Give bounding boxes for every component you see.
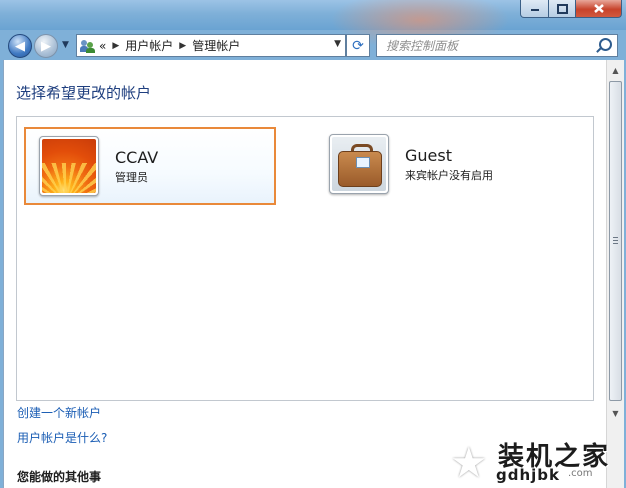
search-box[interactable]: 搜索控制面板 (376, 34, 618, 57)
page-heading: 选择希望更改的帐户 (16, 84, 152, 102)
breadcrumb-user-accounts[interactable]: 用户帐户 (125, 37, 173, 54)
flower-picture-icon (42, 139, 96, 193)
scrollbar-thumb[interactable] (609, 81, 622, 401)
window-controls (520, 0, 622, 18)
accounts-panel: CCAV 管理员 Guest 来宾帐户没有启用 (16, 116, 594, 401)
watermark-domain: gdhjbk (496, 466, 561, 484)
other-tasks-heading: 您能做的其他事 (17, 470, 102, 484)
close-icon (593, 4, 604, 13)
address-bar[interactable]: « ▶ 用户帐户 ▶ 管理帐户 ▼ (76, 34, 346, 57)
account-name: CCAV (115, 147, 159, 167)
recent-pages-dropdown[interactable]: ▼ (62, 40, 69, 50)
account-tile-ccav[interactable]: CCAV 管理员 (24, 127, 276, 205)
minimize-icon (530, 8, 539, 11)
account-picture (329, 134, 389, 194)
scroll-up-arrow-icon[interactable]: ▲ (607, 62, 624, 79)
account-tile-guest[interactable]: Guest 来宾帐户没有启用 (316, 127, 564, 201)
title-bar (0, 0, 626, 50)
back-button[interactable]: ◀ (8, 34, 32, 58)
search-placeholder: 搜索控制面板 (386, 39, 459, 53)
back-arrow-icon: ◀ (15, 38, 25, 54)
refresh-button[interactable]: ⟳ (346, 34, 370, 57)
maximize-icon (556, 3, 568, 14)
refresh-icon: ⟳ (352, 37, 364, 54)
breadcrumb-separator-icon[interactable]: ▶ (179, 41, 186, 51)
account-type: 管理员 (115, 170, 148, 184)
account-name: Guest (405, 145, 452, 165)
vertical-scrollbar[interactable]: ▲ ▼ (606, 60, 624, 488)
what-is-user-account-link[interactable]: 用户帐户是什么? (17, 429, 107, 446)
breadcrumb-separator-icon[interactable]: ▶ (112, 41, 119, 51)
breadcrumb-overflow[interactable]: « (99, 39, 106, 53)
luggage-picture-icon (332, 137, 386, 191)
create-account-link[interactable]: 创建一个新帐户 (17, 404, 101, 421)
minimize-button[interactable] (520, 0, 549, 18)
forward-button[interactable]: ▶ (34, 34, 58, 58)
forward-arrow-icon: ▶ (41, 38, 51, 54)
watermark-suffix: .com (568, 468, 593, 479)
star-logo-icon: ★ (450, 438, 488, 487)
scroll-down-arrow-icon[interactable]: ▼ (607, 405, 624, 422)
site-watermark: ★ 装机之家 gdhjbk .com (448, 426, 624, 487)
navigation-bar: ◀ ▶ ▼ « ▶ 用户帐户 ▶ 管理帐户 ▼ ⟳ 搜索控制面板 (0, 30, 626, 60)
maximize-button[interactable] (549, 0, 576, 18)
account-picture (39, 136, 99, 196)
close-button[interactable] (576, 0, 622, 18)
search-icon[interactable] (599, 38, 612, 51)
breadcrumb-manage-accounts[interactable]: 管理帐户 (192, 37, 240, 54)
address-dropdown-icon[interactable]: ▼ (334, 39, 341, 49)
account-status: 来宾帐户没有启用 (405, 168, 493, 182)
user-accounts-icon (80, 39, 96, 53)
content-area: 选择希望更改的帐户 CCAV 管理员 Guest 来宾帐户没有启用 创建一个新帐… (3, 60, 607, 488)
